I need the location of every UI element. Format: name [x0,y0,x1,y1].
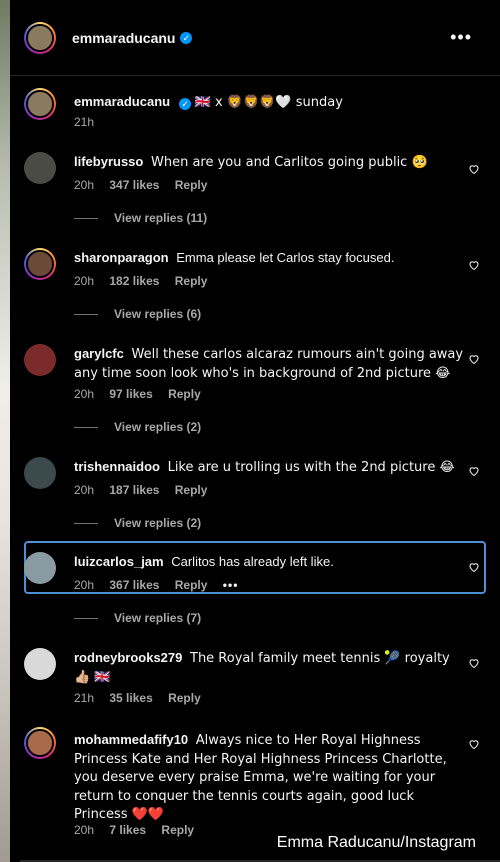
commenter-avatar[interactable] [24,648,56,680]
view-replies-button[interactable]: View replies (7) [74,611,201,625]
comment-time: 20h [74,274,95,288]
like-heart-icon[interactable] [468,163,480,175]
post-header: emmaraducanu ✓ ••• [10,0,500,76]
comment-time: 20h [74,387,95,401]
comment-username[interactable]: garylcfc [74,346,124,361]
verified-icon: ✓ [179,98,192,110]
comment-username[interactable]: trishennaidoo [74,459,160,474]
reply-button[interactable]: Reply [175,483,208,497]
author-username[interactable]: emmaraducanu [72,30,175,46]
comment-text: Emma please let Carlos stay focused. [176,250,395,265]
caption-avatar[interactable] [24,88,56,120]
comment-likes[interactable]: 347 likes [109,178,159,192]
comment-username[interactable]: luizcarlos_jam [74,554,164,569]
comment-likes[interactable]: 7 likes [109,823,146,837]
caption-time: 21h [74,115,95,129]
comment-username[interactable]: sharonparagon [74,250,169,265]
comment-text: Well these carlos alcaraz rumours ain't … [74,347,464,381]
like-heart-icon[interactable] [468,259,480,271]
comment-likes[interactable]: 187 likes [109,483,159,497]
caption-text: 🇬🇧 x 🦁🦁🦁🤍 sunday [194,95,343,110]
reply-button[interactable]: Reply [175,274,208,288]
comment-username[interactable]: rodneybrooks279 [74,650,182,665]
commenter-avatar[interactable] [24,727,56,759]
comment-time: 20h [74,483,95,497]
view-replies-button[interactable]: View replies (2) [74,516,201,530]
comment-username[interactable]: mohammedafify10 [74,732,188,747]
photo-credit: Emma Raducanu/Instagram [276,834,476,851]
reply-button[interactable]: Reply [168,387,201,401]
background-photo-strip [0,0,10,862]
verified-icon: ✓ [180,31,193,44]
view-replies-button[interactable]: View replies (6) [74,307,201,321]
comment-text: Like are u trolling us with the 2nd pict… [167,460,455,475]
reply-button[interactable]: Reply [161,823,194,837]
view-replies-button[interactable]: View replies (2) [74,420,201,434]
commenter-avatar[interactable] [24,248,56,280]
commenter-avatar[interactable] [24,344,56,376]
comment-likes[interactable]: 35 likes [109,691,152,705]
comment-text: Carlitos has already left like. [171,554,334,569]
comment-text: When are you and Carlitos going public 🥺 [150,155,428,170]
like-heart-icon[interactable] [468,465,480,477]
commenter-avatar[interactable] [24,457,56,489]
comment-likes[interactable]: 367 likes [109,578,159,592]
commenter-avatar[interactable] [24,152,56,184]
author-avatar[interactable] [24,21,56,54]
commenter-avatar[interactable] [24,552,56,584]
caption-username[interactable]: emmaraducanu [74,94,170,109]
comments-panel: emmaraducanu ✓ ••• emmaraducanu ✓ 🇬🇧 x 🦁🦁… [10,0,500,862]
comment-time: 20h [74,178,95,192]
comment-more-icon[interactable]: ••• [223,578,239,592]
comment-likes[interactable]: 182 likes [109,274,159,288]
like-heart-icon[interactable] [468,657,480,669]
comment-time: 20h [74,578,95,592]
comment-likes[interactable]: 97 likes [109,387,152,401]
like-heart-icon[interactable] [468,561,480,573]
comment-time: 21h [74,691,95,705]
comment-username[interactable]: lifebyrusso [74,154,143,169]
comment-time: 20h [74,823,95,837]
like-heart-icon[interactable] [468,738,480,750]
more-options-icon[interactable]: ••• [450,28,472,46]
reply-button[interactable]: Reply [168,691,201,705]
reply-button[interactable]: Reply [175,578,208,592]
like-heart-icon[interactable] [468,353,480,365]
view-replies-button[interactable]: View replies (11) [74,211,207,225]
reply-button[interactable]: Reply [175,178,208,192]
